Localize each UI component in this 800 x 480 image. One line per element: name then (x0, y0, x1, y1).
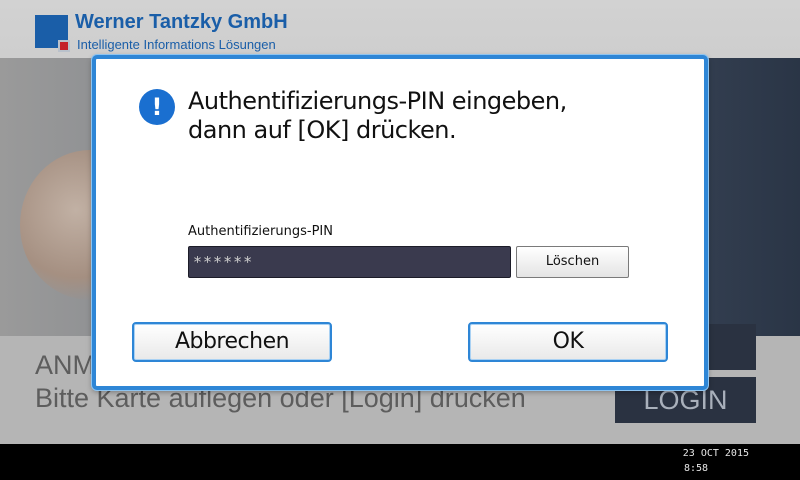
pin-input[interactable]: ****** (188, 246, 511, 278)
pin-field-label: Authentifizierungs-PIN (188, 224, 333, 239)
dialog-message-line1: Authentifizierungs-PIN eingeben, (188, 87, 567, 115)
brand-name: Werner Tantzky GmbH (75, 11, 288, 33)
status-date: 23 OCT 2015 (682, 448, 749, 459)
clear-button[interactable]: Löschen (516, 246, 629, 278)
brand-subtitle: Intelligente Informations Lösungen (77, 37, 276, 52)
login-title: ANM (35, 350, 95, 380)
cancel-button[interactable]: Abbrechen (132, 322, 332, 362)
status-bar: 23 OCT 2015 8:58 (0, 444, 800, 480)
status-time: 8:58 (684, 463, 709, 474)
exclamation-icon: ! (139, 89, 175, 125)
ok-button[interactable]: OK (468, 322, 668, 362)
dialog-message-line2: dann auf [OK] drücken. (188, 116, 457, 144)
brand-logo-dot (58, 40, 70, 52)
pin-dialog: ! Authentifizierungs-PIN eingeben, dann … (92, 55, 708, 390)
